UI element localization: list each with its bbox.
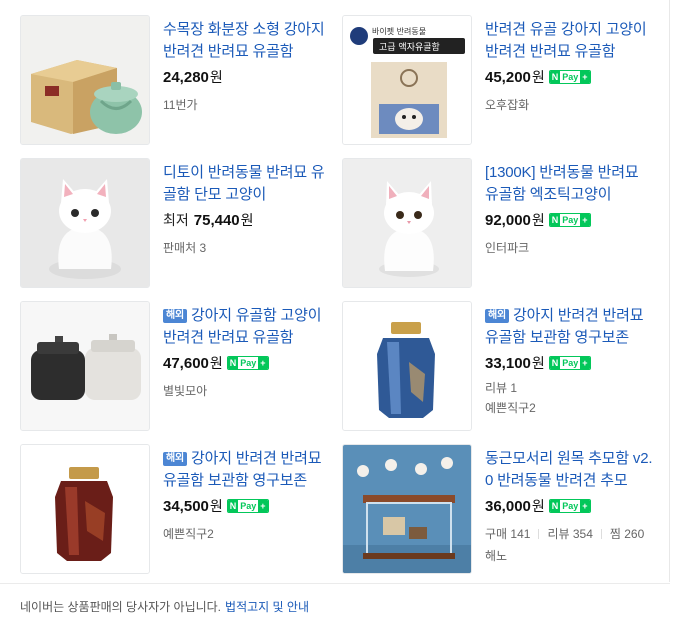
- product-thumbnail[interactable]: [342, 301, 472, 431]
- product-thumbnail[interactable]: [20, 15, 150, 145]
- overseas-badge: 해외: [163, 309, 187, 323]
- product-price: 47,600: [163, 354, 209, 372]
- npay-badge: N Pay +: [226, 499, 269, 513]
- product-card[interactable]: 바이펫 반려동물 고급 액자유골함 반려견 유골 강아지 고양이 반려견 반려묘…: [342, 15, 662, 145]
- thumb-top-text: 바이펫 반려동물: [372, 26, 426, 36]
- product-price: 36,000: [485, 497, 531, 515]
- product-title[interactable]: [1300K] 반려동물 반려묘 유골함 엑조틱고양이: [485, 162, 655, 206]
- product-price: 92,000: [485, 211, 531, 229]
- price-unit: 원: [531, 69, 545, 85]
- product-title[interactable]: 수목장 화분장 소형 강아지 반려견 반려묘 유골함: [163, 19, 333, 63]
- npay-badge: N Pay +: [548, 356, 591, 370]
- thumb-box-text: 고급 액자유골함: [379, 41, 440, 53]
- product-thumbnail[interactable]: [342, 158, 472, 288]
- overseas-badge: 해외: [485, 309, 509, 323]
- product-card[interactable]: [1300K] 반려동물 반려묘 유골함 엑조틱고양이 92,000 원 N Pay…: [342, 158, 662, 288]
- seller-name[interactable]: 별빛모아: [163, 383, 333, 399]
- product-thumbnail[interactable]: [20, 158, 150, 288]
- price-unit: 원: [531, 355, 545, 371]
- seller-name[interactable]: 해노: [485, 548, 655, 564]
- overseas-badge: 해외: [163, 452, 187, 466]
- price-unit: 원: [240, 212, 254, 228]
- product-price: 34,500: [163, 497, 209, 515]
- price-unit: 원: [531, 498, 545, 514]
- seller-name[interactable]: 예쁜직구2: [485, 400, 655, 416]
- seller-name[interactable]: 인터파크: [485, 240, 655, 256]
- product-card[interactable]: 해외 강아지 반려견 반려묘 유골함 보관함 영구보존 33,100 원 N Pay +…: [342, 301, 662, 431]
- price-unit: 원: [531, 212, 545, 228]
- product-price: 33,100: [485, 354, 531, 372]
- npay-badge: N Pay +: [548, 213, 591, 227]
- divider: [538, 528, 540, 539]
- product-card[interactable]: 동근모서리 원목 추모함 v2.0 반려동물 반려견 추모 36,000 원 NP…: [342, 444, 662, 574]
- npay-badge: N Pay +: [548, 70, 591, 84]
- price-unit: 원: [209, 355, 223, 371]
- product-title[interactable]: 해외 강아지 반려견 반려묘 유골함 보관함 영구보존: [485, 305, 655, 349]
- npay-badge: N Pay +: [226, 356, 269, 370]
- seller-name[interactable]: 오후잡화: [485, 97, 655, 113]
- review-count[interactable]: 리뷰 354: [547, 525, 592, 542]
- product-card[interactable]: 해외 강아지 유골함 고양이 반려견 반려묘 유골함 47,600 원 N Pay + …: [20, 301, 340, 431]
- legal-notice-text: 네이버는 상품판매의 당사자가 아닙니다.: [20, 600, 222, 614]
- product-title[interactable]: 디토이 반려동물 반려묘 유골함 단모 고양이: [163, 162, 333, 206]
- product-card[interactable]: 디토이 반려동물 반려묘 유골함 단모 고양이 최저 75,440 원 판매처 3: [20, 158, 340, 288]
- seller-count[interactable]: 판매처 3: [163, 240, 333, 256]
- price-unit: 원: [209, 69, 223, 85]
- npay-badge: N Pay +: [548, 499, 591, 513]
- product-stats: 구매 141 리뷰 354 찜 260: [485, 525, 655, 542]
- product-price: 45,200: [485, 68, 531, 86]
- product-thumbnail[interactable]: [342, 444, 472, 574]
- product-title[interactable]: 반려견 유골 강아지 고양이 반려견 반려묘 유골함: [485, 19, 655, 63]
- product-title[interactable]: 해외 강아지 반려견 반려묘 유골함 보관함 영구보존: [163, 448, 333, 492]
- lowest-price-label: 최저: [163, 212, 189, 228]
- purchase-count: 구매 141: [485, 527, 531, 541]
- vertical-divider: [669, 0, 670, 582]
- wishlist-count: 찜 260: [609, 527, 645, 541]
- product-thumbnail[interactable]: [20, 301, 150, 431]
- divider: [600, 528, 602, 539]
- legal-notice-link[interactable]: 법적고지 및 안내: [225, 600, 309, 614]
- product-title[interactable]: 해외 강아지 유골함 고양이 반려견 반려묘 유골함: [163, 305, 333, 349]
- product-price: 75,440: [193, 211, 240, 229]
- product-thumbnail[interactable]: 바이펫 반려동물 고급 액자유골함: [342, 15, 472, 145]
- product-card[interactable]: 해외 강아지 반려견 반려묘 유골함 보관함 영구보존 34,500 원 N Pay +…: [20, 444, 340, 574]
- review-count[interactable]: 리뷰 1: [485, 380, 655, 396]
- seller-name[interactable]: 11번가: [163, 97, 333, 113]
- product-price: 24,280: [163, 68, 209, 86]
- footer: 네이버는 상품판매의 당사자가 아닙니다. 법적고지 및 안내: [0, 583, 670, 632]
- product-thumbnail[interactable]: [20, 444, 150, 574]
- price-unit: 원: [209, 498, 223, 514]
- product-card[interactable]: 수목장 화분장 소형 강아지 반려견 반려묘 유골함 24,280 원 11번가: [20, 15, 340, 145]
- seller-name[interactable]: 예쁜직구2: [163, 526, 333, 542]
- product-title[interactable]: 동근모서리 원목 추모함 v2.0 반려동물 반려견 추모: [485, 448, 655, 492]
